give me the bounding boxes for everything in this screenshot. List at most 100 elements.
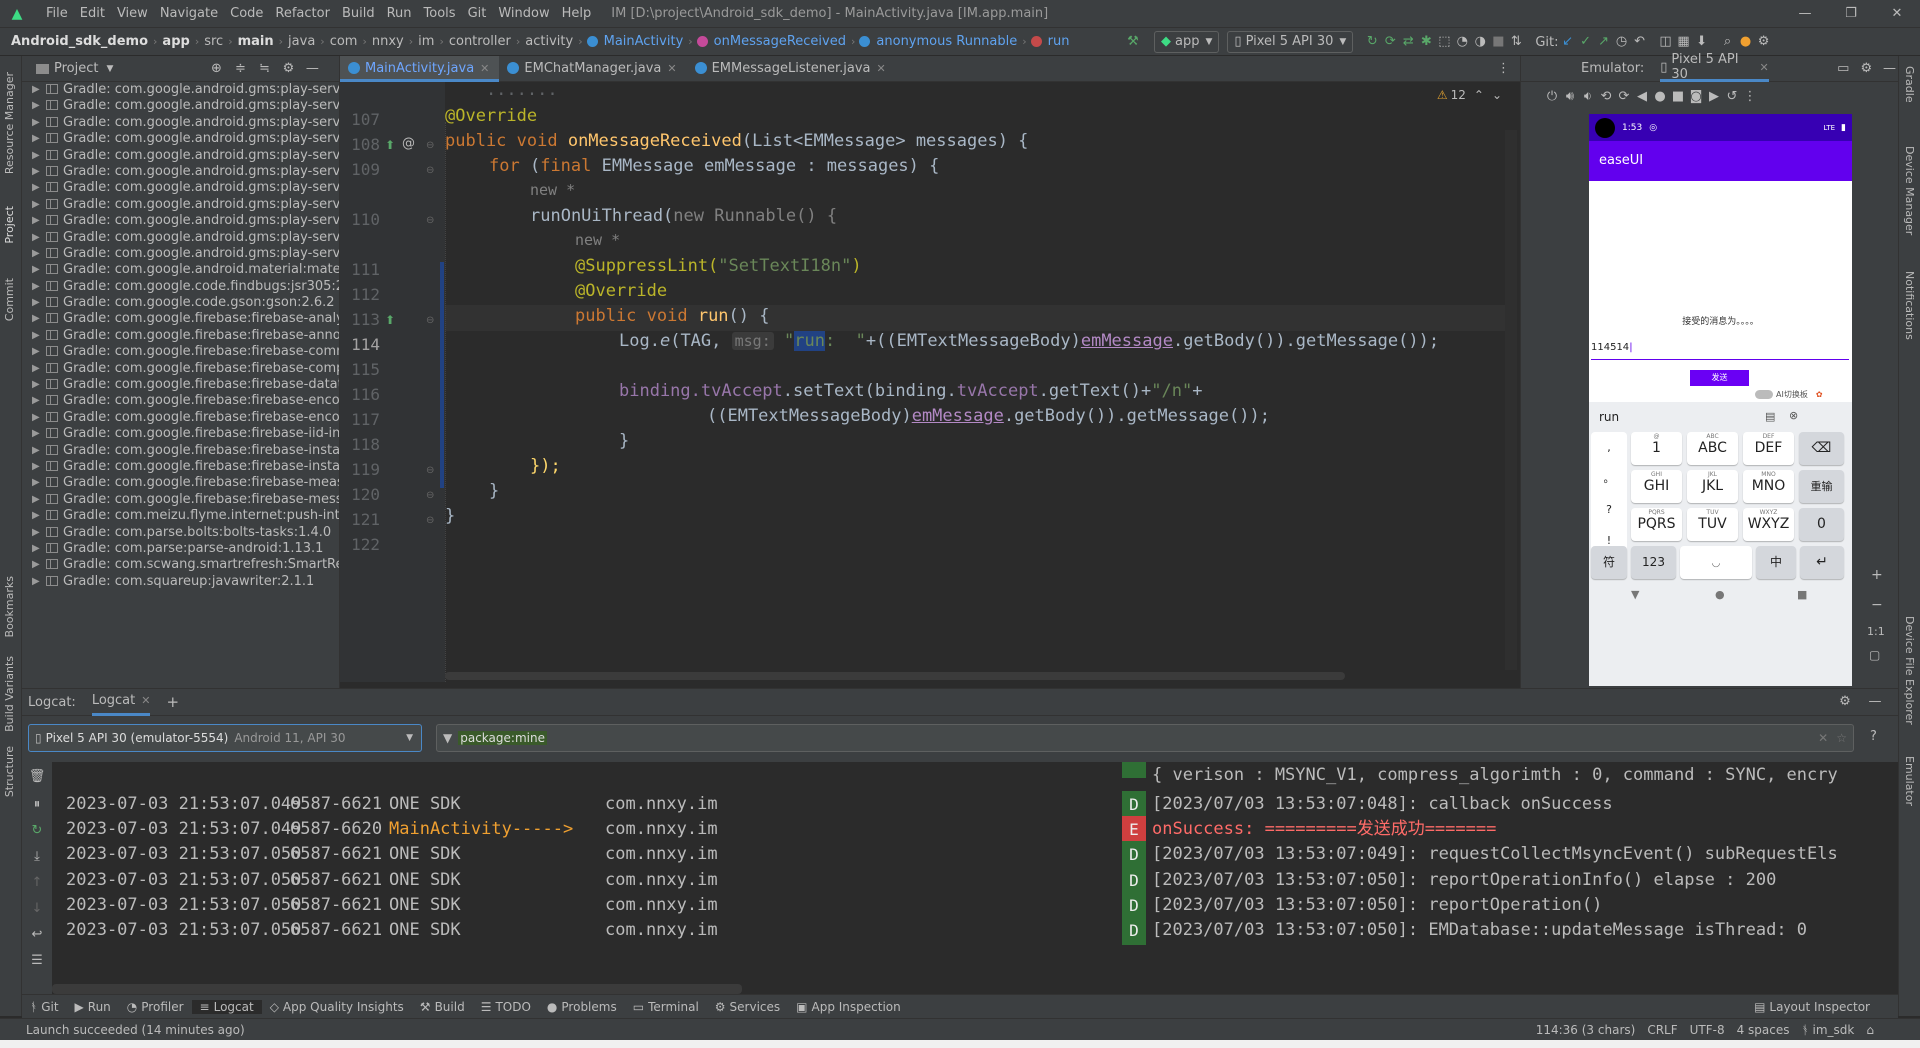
notifications-tab[interactable]: Notifications (1903, 271, 1916, 340)
symbol-key[interactable]: 符 (1591, 546, 1627, 579)
attach-debugger-icon[interactable]: ⬚ (1435, 33, 1453, 51)
git-rollback-icon[interactable]: ↶ (1631, 33, 1649, 51)
device-select[interactable]: ▯ Pixel 5 API 30 ▼ (1227, 31, 1354, 53)
zoom-out-icon[interactable]: − (1871, 597, 1883, 613)
chevron-down-icon[interactable]: ▼ (106, 64, 113, 74)
project-tree-item[interactable]: ▶ Gradle: com.google.firebase:firebase-en… (22, 410, 339, 426)
project-tree-item[interactable]: ▶ Gradle: com.google.android.gms:play-ser… (22, 148, 339, 164)
punct-key[interactable]: ? (1591, 494, 1627, 525)
cursor-position[interactable]: 114:36 (3 chars) (1530, 1023, 1642, 1037)
logcat-output[interactable]: { verison : MSYNC_V1, compress_algorimth… (52, 762, 1898, 994)
device-manager-tab[interactable]: Device Manager (1903, 146, 1916, 235)
menu-git[interactable]: Git (462, 6, 493, 21)
layout-icon[interactable]: ▦ (1675, 33, 1693, 51)
structure-tab[interactable]: Structure (3, 746, 16, 797)
tool-tab-git[interactable]: ᚬ Git (22, 1000, 67, 1014)
stop-icon[interactable]: ■ (1489, 33, 1507, 51)
project-tree-item[interactable]: ▶ Gradle: com.google.android.gms:play-ser… (22, 180, 339, 196)
project-tree-item[interactable]: ▶ Gradle: com.google.android.gms:play-ser… (22, 131, 339, 147)
tool-tab-run[interactable]: ▶ Run (67, 1000, 119, 1014)
breadcrumb-item[interactable]: java (285, 34, 318, 49)
project-tree-item[interactable]: ▶ Gradle: com.parse.bolts:bolts-tasks:1.4… (22, 525, 339, 541)
phone-screen[interactable]: 1:53 ◎ LTE ▮ easeUI 接受的消息为。。。。 114514| 发… (1589, 114, 1852, 686)
git-push-icon[interactable]: ↗ (1595, 33, 1613, 51)
chevron-right-icon[interactable]: ▶ (32, 410, 40, 426)
annotation-icon[interactable]: @ (402, 136, 415, 151)
inspection-widget[interactable]: ⚠ 12 ⌃ ⌄ (1437, 88, 1502, 102)
fold-icon[interactable]: ⊖ (426, 490, 434, 501)
clear-logcat-icon[interactable]: 🗑︎ (28, 768, 46, 786)
tool-tab-todo[interactable]: ☰ TODO (473, 1000, 539, 1014)
numeric-key[interactable]: 123 (1631, 546, 1676, 579)
project-tree-item[interactable]: ▶ Gradle: com.google.firebase:firebase-da… (22, 377, 339, 393)
chevron-right-icon[interactable]: ▶ (32, 82, 40, 98)
key-1[interactable]: @1 (1631, 432, 1682, 465)
indent-setting[interactable]: 4 spaces (1731, 1023, 1796, 1037)
tool-tab-services[interactable]: ⚙ Services (707, 1000, 788, 1014)
extended-controls-icon[interactable]: ⋮ (1741, 88, 1759, 106)
close-icon[interactable]: ✕ (480, 62, 489, 75)
gear-icon[interactable]: ⚙ (279, 60, 297, 78)
key-mno[interactable]: MNO MNO (1743, 470, 1794, 503)
restart-icon[interactable]: ↻ (28, 822, 46, 840)
chevron-right-icon[interactable]: ▶ (32, 443, 40, 459)
home-icon[interactable]: ● (1651, 88, 1669, 106)
chevron-right-icon[interactable]: ▶ (32, 115, 40, 131)
expand-all-icon[interactable]: ≒ (255, 60, 273, 78)
chevron-right-icon[interactable]: ▶ (32, 361, 40, 377)
line-separator[interactable]: CRLF (1641, 1023, 1683, 1037)
snapshot-icon[interactable]: ↺ (1723, 88, 1741, 106)
language-key[interactable]: 中 (1756, 546, 1796, 579)
soft-wrap-icon[interactable]: ↩ (28, 926, 46, 944)
chevron-right-icon[interactable]: ▶ (32, 148, 40, 164)
breadcrumb-item[interactable]: com (327, 34, 361, 49)
fold-icon[interactable]: ⊖ (426, 140, 434, 151)
collapse-all-icon[interactable]: ≑ (231, 60, 249, 78)
key-0[interactable]: 0 (1799, 508, 1844, 541)
zoom-in-icon[interactable]: + (1871, 567, 1883, 583)
project-tree-item[interactable]: ▶ Gradle: com.google.android.material:mat… (22, 262, 339, 278)
editor-tab[interactable]: EMMessageListener.java ✕ (687, 56, 896, 82)
breadcrumb-item[interactable]: controller (446, 34, 514, 49)
enter-key[interactable]: ↵ (1800, 546, 1844, 579)
chevron-right-icon[interactable]: ▶ (32, 197, 40, 213)
close-icon[interactable]: ✕ (1760, 61, 1769, 74)
emulator-device-tab[interactable]: ▯ Pixel 5 API 30 ✕ (1660, 52, 1769, 82)
close-icon[interactable]: ✕ (876, 62, 885, 75)
project-tree-item[interactable]: ▶ Gradle: com.google.firebase:firebase-me… (22, 475, 339, 491)
device-file-explorer-tab[interactable]: Device File Explorer (1903, 616, 1916, 725)
chevron-right-icon[interactable]: ▶ (32, 459, 40, 475)
close-icon[interactable]: ✕ (1874, 0, 1920, 28)
project-panel-title[interactable]: Project (54, 61, 98, 76)
breadcrumb-item[interactable]: anonymous Runnable (873, 34, 1020, 49)
project-tree-item[interactable]: ▶ Gradle: com.google.code.gson:gson:2.6.2 (22, 295, 339, 311)
key-jkl[interactable]: JKL JKL (1687, 470, 1738, 503)
file-encoding[interactable]: UTF-8 (1684, 1023, 1731, 1037)
hide-icon[interactable]: — (1866, 693, 1884, 711)
profile-icon[interactable]: ◔ (1453, 33, 1471, 51)
menu-tools[interactable]: Tools (418, 6, 462, 21)
chevron-right-icon[interactable]: ▶ (32, 475, 40, 491)
logcat-device-select[interactable]: ▯ Pixel 5 API 30 (emulator-5554) Android… (28, 724, 422, 752)
chevron-right-icon[interactable]: ▶ (32, 541, 40, 557)
breadcrumb-item[interactable]: Android_sdk_demo (8, 34, 151, 49)
log-row[interactable]: 2023-07-03 21:53:07.050 6587-6621 ONE SDK c… (66, 915, 1807, 946)
status-message[interactable]: Launch succeeded (14 minutes ago) (20, 1023, 251, 1037)
message-input[interactable]: 114514| (1591, 338, 1849, 360)
key-ghi[interactable]: GHI GHI (1631, 470, 1682, 503)
project-tab[interactable]: Project (3, 206, 16, 244)
hammer-icon[interactable]: ⚒ (1124, 33, 1142, 51)
commit-tab[interactable]: Commit (3, 278, 16, 321)
volume-up-icon[interactable]: 🔊︎ (1561, 88, 1579, 106)
project-tree-item[interactable]: ▶ Gradle: com.google.firebase:firebase-ii… (22, 426, 339, 442)
project-tree-item[interactable]: ▶ Gradle: com.google.android.gms:play-ser… (22, 164, 339, 180)
menu-build[interactable]: Build (336, 6, 381, 21)
chevron-right-icon[interactable]: ▶ (32, 262, 40, 278)
window-icon[interactable]: ▭ (1835, 60, 1852, 78)
git-history-icon[interactable]: ◷ (1613, 33, 1631, 51)
resource-manager-tab[interactable]: Resource Manager (3, 72, 16, 174)
menu-edit[interactable]: Edit (74, 6, 111, 21)
breadcrumb-item[interactable]: MainActivity (601, 34, 687, 49)
emulator-tab[interactable]: Emulator (1903, 756, 1916, 806)
code-vision-hint[interactable]: new * (575, 231, 620, 249)
